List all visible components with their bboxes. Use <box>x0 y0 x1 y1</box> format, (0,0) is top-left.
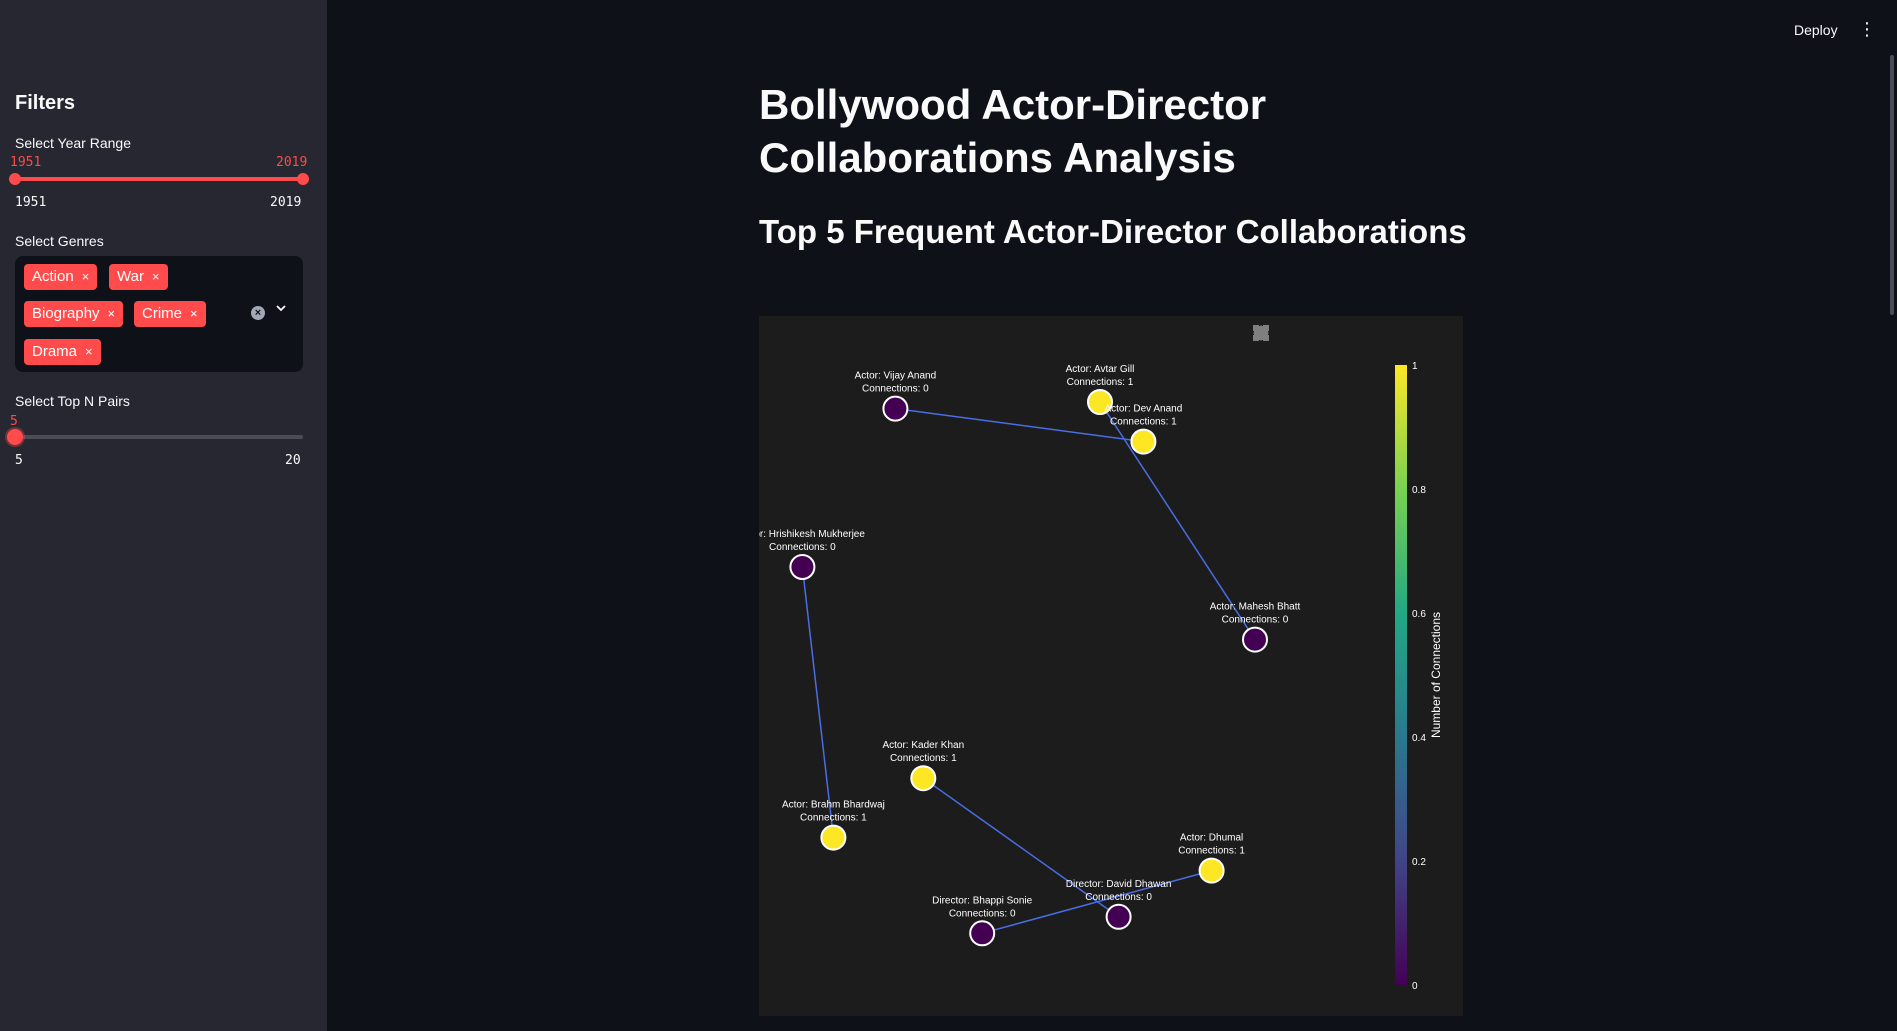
remove-tag-icon[interactable]: × <box>85 344 93 359</box>
colorbar-tick-label: 0.8 <box>1412 485 1426 496</box>
genre-tag-action: Action × <box>24 264 98 290</box>
node-label: Director: Bhappi Sonie <box>932 895 1032 906</box>
genre-tag-label: War <box>117 268 144 285</box>
node-label: Connections: 0 <box>1222 615 1289 626</box>
year-range-max-label: 2019 <box>270 195 302 210</box>
network-node[interactable] <box>910 765 937 792</box>
genre-tag-label: Drama <box>32 343 78 360</box>
remove-tag-icon[interactable]: × <box>108 306 116 321</box>
year-range-track[interactable] <box>15 177 303 181</box>
colorbar-tick-label: 0 <box>1412 981 1418 992</box>
network-node[interactable] <box>1105 903 1132 930</box>
colorbar-tick-label: 1 <box>1412 361 1418 372</box>
nodes-layer: Actor: Vijay Anand Connections: 0 Actor: A… <box>759 364 1301 947</box>
node-label: Actor: Brahm Bhardwaj <box>782 800 885 811</box>
remove-tag-icon[interactable]: × <box>82 269 90 284</box>
colorbar-tick-label: 0.6 <box>1412 609 1426 620</box>
top-n-thumb[interactable] <box>7 429 23 445</box>
genres-multiselect[interactable]: Action × War × Biography × Crime × Drama × × <box>15 256 303 372</box>
node-label: Actor: Dhumal <box>1180 833 1243 844</box>
node-label: Director: David Dhawan <box>1066 879 1172 890</box>
network-node[interactable] <box>1198 857 1225 884</box>
network-node[interactable] <box>882 395 909 422</box>
network-edge <box>801 566 835 838</box>
node-label: Connections: 1 <box>1067 377 1134 388</box>
genres-label: Select Genres <box>15 233 104 249</box>
sidebar: Filters Select Year Range 1951 2019 1951… <box>0 0 327 1031</box>
node-label: Actor: Kader Khan <box>882 740 964 751</box>
top-n-value: 5 <box>10 414 18 429</box>
network-node[interactable] <box>1130 428 1157 455</box>
colorbar-tick-label: 0.2 <box>1412 857 1426 868</box>
year-range-min-label: 1951 <box>15 195 47 210</box>
genre-tag-crime: Crime × <box>134 301 206 327</box>
colorbar-title: Number of Connections <box>1429 612 1443 738</box>
node-label: Connections: 0 <box>1085 892 1152 903</box>
genre-tag-biography: Biography × <box>24 301 124 327</box>
chevron-down-icon[interactable] <box>275 301 287 317</box>
sidebar-heading: Filters <box>15 92 76 114</box>
node-label: Connections: 0 <box>769 542 836 553</box>
colorbar-gradient <box>1395 365 1407 985</box>
network-node[interactable] <box>969 920 996 947</box>
node-label: Connections: 0 <box>862 384 929 395</box>
network-node[interactable] <box>789 554 816 580</box>
genre-tag-drama: Drama × <box>24 339 101 365</box>
top-n-min-label: 5 <box>15 453 23 468</box>
colorbar-tick-label: 0.4 <box>1412 733 1426 744</box>
genre-tag-war: War × <box>109 264 168 290</box>
top-n-max-label: 20 <box>285 453 301 468</box>
page-subtitle: Top 5 Frequent Actor-Director Collaborat… <box>759 213 1467 250</box>
genre-tag-label: Biography <box>32 305 100 322</box>
node-label: Connections: 1 <box>890 753 957 764</box>
network-plot: Actor: Vijay Anand Connections: 0 Actor: A… <box>759 361 1443 992</box>
top-n-label: Select Top N Pairs <box>15 393 130 409</box>
network-node[interactable] <box>1242 626 1268 653</box>
network-chart[interactable]: Actor: Vijay Anand Connections: 0 Actor: A… <box>759 316 1463 1016</box>
node-label: Connections: 1 <box>800 813 867 824</box>
remove-tag-icon[interactable]: × <box>152 269 160 284</box>
node-label: Actor: Mahesh Bhatt <box>1210 602 1301 613</box>
year-range-high-thumb[interactable] <box>297 173 309 185</box>
node-label: Actor: Avtar Gill <box>1066 364 1135 375</box>
year-range-label: Select Year Range <box>15 135 131 151</box>
page-title: Bollywood Actor-Director Collaborations … <box>759 81 1267 181</box>
node-label: Connections: 0 <box>949 908 1016 919</box>
colorbar: 0 0.2 0.4 0.6 0.8 1 Number of Connections <box>1395 361 1443 992</box>
clear-all-icon[interactable]: × <box>251 306 265 320</box>
network-node[interactable] <box>820 824 847 851</box>
year-range-high-value: 2019 <box>276 155 308 170</box>
scrollbar[interactable] <box>1890 55 1894 315</box>
node-label: Connections: 1 <box>1110 417 1177 428</box>
year-range-low-value: 1951 <box>10 155 42 170</box>
node-label: Actor: Dev Anand <box>1104 404 1182 415</box>
genre-tag-label: Action <box>32 268 74 285</box>
node-label: Actor: Hrishikesh Mukherjee <box>759 529 865 540</box>
genre-tag-label: Crime <box>142 305 182 322</box>
top-n-track[interactable] <box>15 435 303 439</box>
node-label: Connections: 1 <box>1178 846 1245 857</box>
remove-tag-icon[interactable]: × <box>190 306 198 321</box>
deploy-button[interactable]: Deploy <box>1794 22 1838 38</box>
year-range-low-thumb[interactable] <box>9 173 21 185</box>
node-label: Actor: Vijay Anand <box>855 371 937 382</box>
main-menu-icon[interactable]: ⋮ <box>1858 20 1876 38</box>
